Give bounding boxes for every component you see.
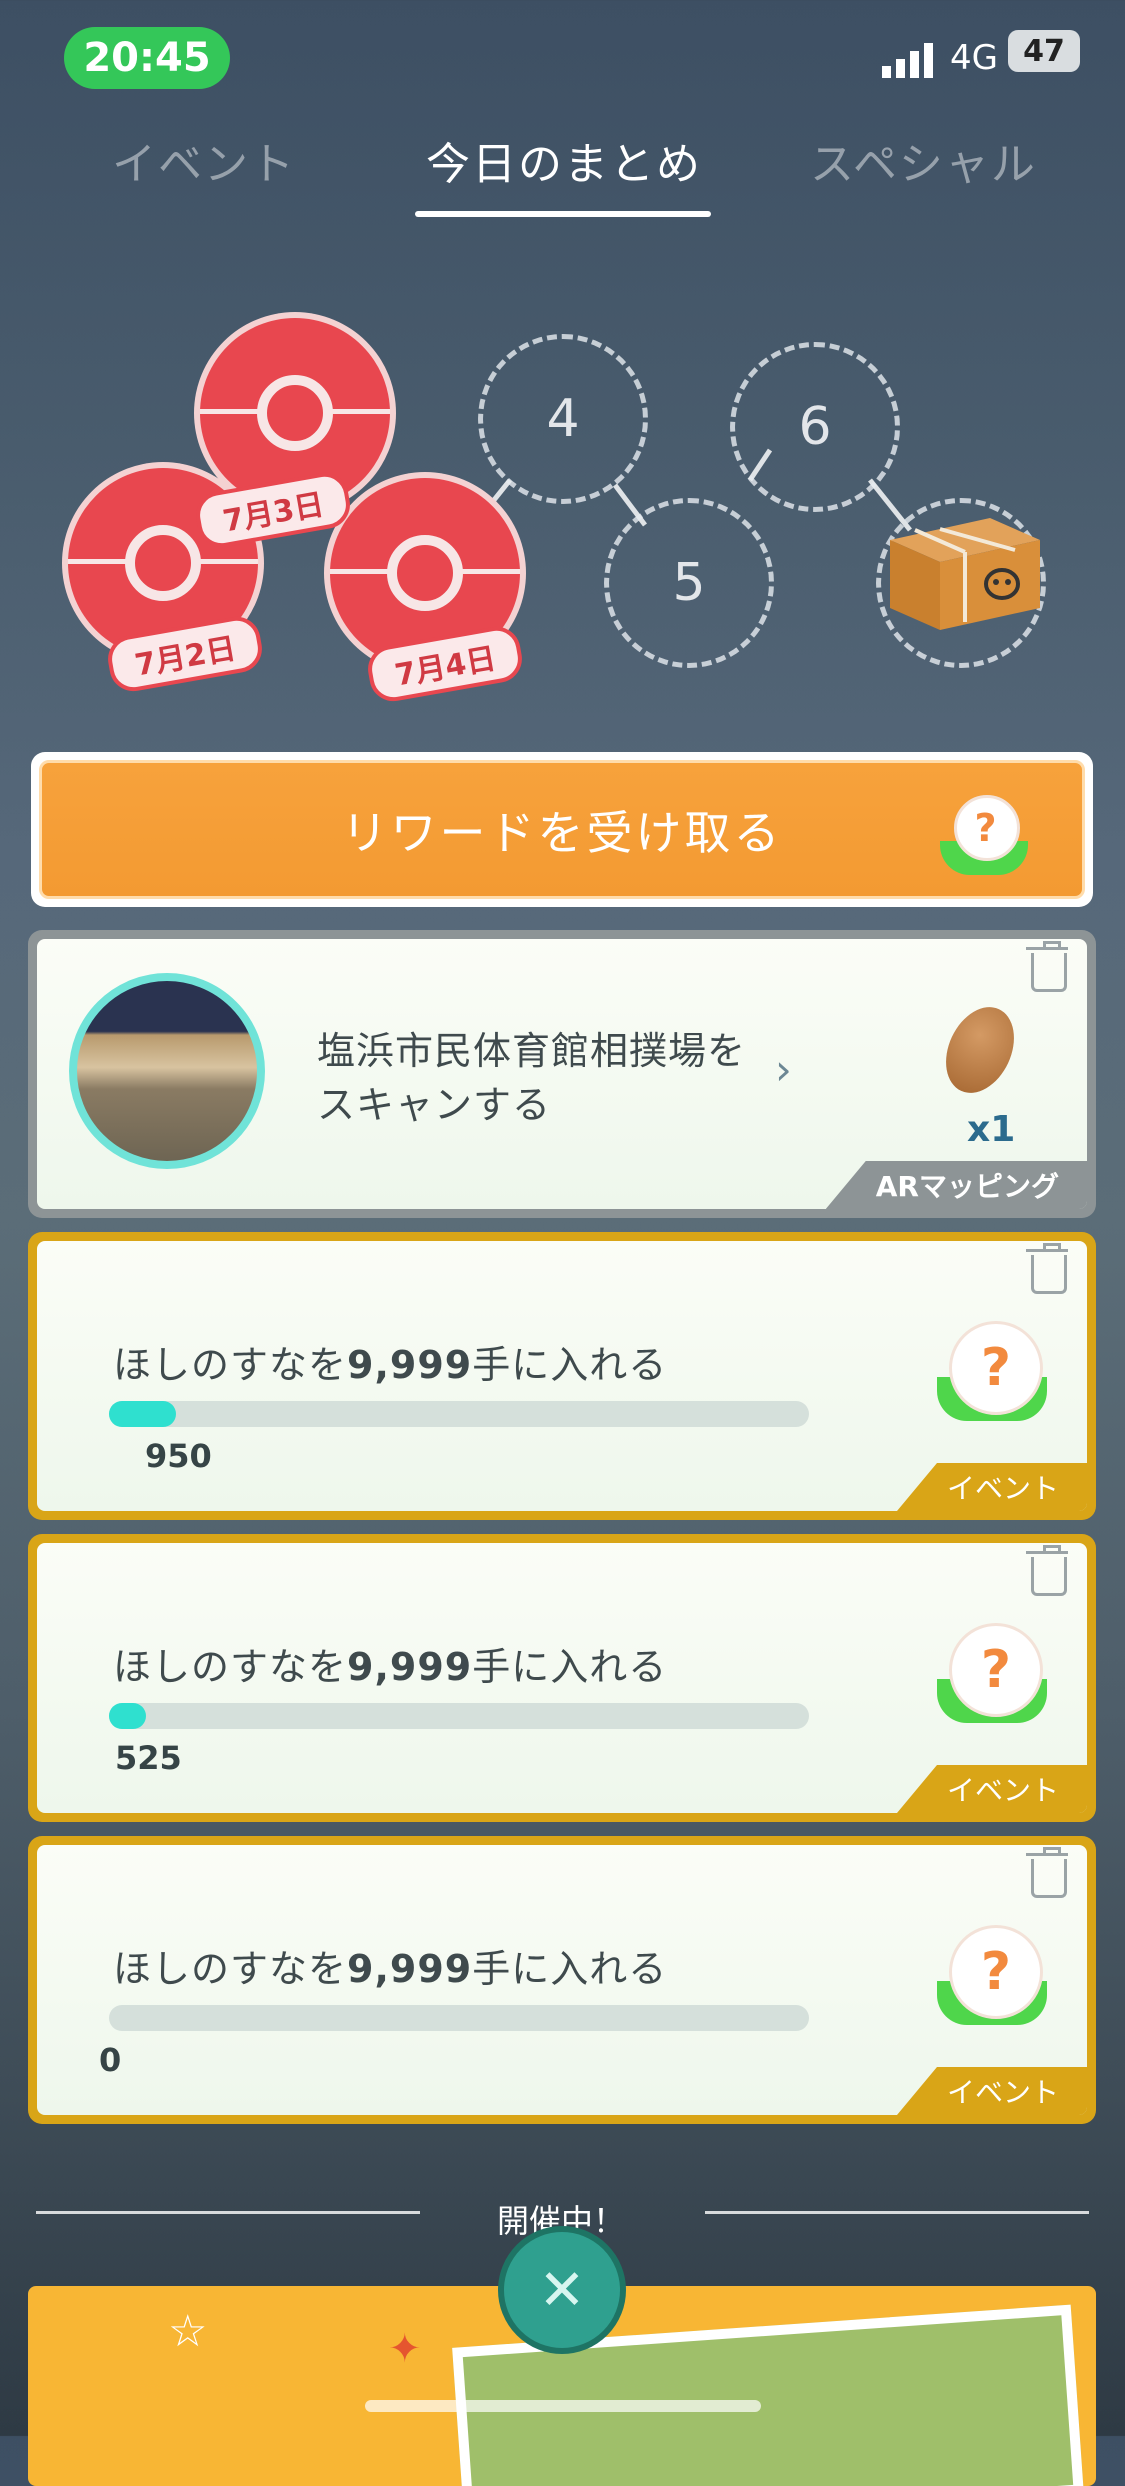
battery-icon: 47 xyxy=(1008,30,1080,72)
reward-count: x1 xyxy=(967,1109,1016,1150)
section-divider-right xyxy=(705,2211,1089,2214)
trash-icon[interactable] xyxy=(1026,941,1068,992)
tab-special[interactable]: スペシャル xyxy=(810,128,1037,192)
stamp-slot-6: 6 xyxy=(730,342,900,512)
close-button[interactable]: ✕ xyxy=(498,2226,626,2354)
active-tab-indicator xyxy=(415,211,711,217)
mystery-reward-icon: ? xyxy=(936,785,1032,881)
task-text: ほしのすなを9,999手に入れる xyxy=(113,1947,668,1991)
task-progress-bar xyxy=(109,1401,809,1427)
mystery-reward-icon: ? xyxy=(937,1311,1047,1431)
stamp-slot-5: 5 xyxy=(604,498,774,668)
event-task-card-2[interactable]: ほしのすなを9,999手に入れる 525 ? イベント xyxy=(28,1534,1096,1822)
task-progress-fill xyxy=(109,1703,146,1729)
event-task-card-3[interactable]: ほしのすなを9,999手に入れる 0 ? イベント xyxy=(28,1836,1096,2124)
event-tag: イベント xyxy=(896,2067,1087,2115)
home-indicator xyxy=(365,2400,761,2412)
task-progress-bar xyxy=(109,2005,809,2031)
star-icon: ☆ xyxy=(168,2306,208,2357)
task-progress-count: 950 xyxy=(145,1437,212,1475)
gift-box-icon xyxy=(870,500,1050,640)
tab-today-summary[interactable]: 今日のまとめ xyxy=(426,128,702,192)
task-progress-count: 525 xyxy=(115,1739,182,1777)
ar-mapping-task-card[interactable]: 塩浜市民体育館相撲場をスキャンする › x1 ARマッピング xyxy=(28,930,1096,1218)
claim-reward-button[interactable]: リワードを受け取る ? xyxy=(31,752,1093,907)
mystery-reward-icon: ? xyxy=(937,1915,1047,2035)
task-text: ほしのすなを9,999手に入れる xyxy=(113,1645,668,1689)
task-progress-bar xyxy=(109,1703,809,1729)
trash-icon[interactable] xyxy=(1026,1243,1068,1294)
stamp-slot-4: 4 xyxy=(478,334,648,504)
task-text: ほしのすなを9,999手に入れる xyxy=(113,1343,668,1387)
claim-reward-label: リワードを受け取る xyxy=(341,805,783,860)
task-progress-fill xyxy=(109,1401,176,1427)
signal-icon xyxy=(880,40,936,80)
berry-icon xyxy=(932,996,1028,1104)
trash-icon[interactable] xyxy=(1026,1847,1068,1898)
ar-mapping-tag: ARマッピング xyxy=(825,1161,1087,1209)
section-divider-left xyxy=(36,2211,420,2214)
chevron-right-icon[interactable]: › xyxy=(775,1045,792,1094)
task-progress-count: 0 xyxy=(99,2041,122,2079)
tab-event[interactable]: イベント xyxy=(112,128,296,192)
sparkle-icon: ✦ xyxy=(388,2326,422,2372)
event-tag: イベント xyxy=(896,1463,1087,1511)
ar-task-text: 塩浜市民体育館相撲場をスキャンする xyxy=(317,1029,747,1127)
pokestop-thumbnail xyxy=(69,973,265,1169)
network-type: 4G xyxy=(950,38,998,78)
mystery-reward-icon: ? xyxy=(937,1613,1047,1733)
trash-icon[interactable] xyxy=(1026,1545,1068,1596)
event-task-card-1[interactable]: ほしのすなを9,999手に入れる 950 ? イベント xyxy=(28,1232,1096,1520)
event-tag: イベント xyxy=(896,1765,1087,1813)
status-time: 20:45 xyxy=(64,27,230,89)
